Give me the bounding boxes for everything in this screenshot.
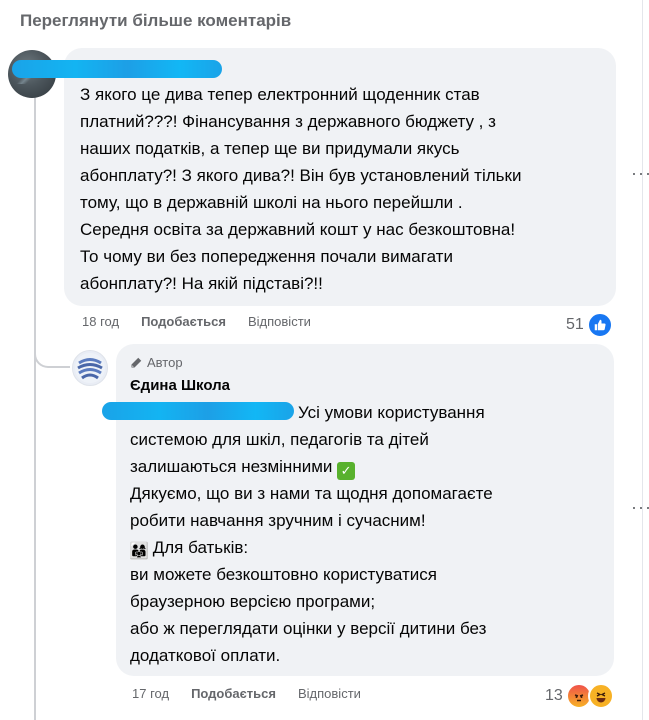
like-button[interactable]: Подобається xyxy=(141,314,226,329)
thread-line xyxy=(34,92,36,720)
reply-line: залишаються незмінними ✓ xyxy=(130,453,600,480)
reply-time[interactable]: 17 год xyxy=(132,686,169,701)
more-options-icon[interactable]: ··· xyxy=(631,497,649,518)
haha-icon xyxy=(587,683,614,709)
reply-button[interactable]: Відповісти xyxy=(298,686,361,701)
reply-line: ви можете безкоштовно користуватися xyxy=(130,565,437,584)
comment-actions: 18 год Подобається Відповісти xyxy=(82,314,311,329)
reply-line: робити навчання зручним і сучасним! xyxy=(130,511,426,530)
more-options-icon[interactable]: ··· xyxy=(631,163,649,184)
comment-time[interactable]: 18 год xyxy=(82,314,119,329)
reply-author-name[interactable]: Єдина Школа xyxy=(130,377,230,394)
reply-text: Усі умови користування системою для шкіл,… xyxy=(129,399,600,669)
reply-line: системою для шкіл, педагогів та дітей xyxy=(130,430,429,449)
like-button[interactable]: Подобається xyxy=(191,686,276,701)
reply-line: Усі умови користування xyxy=(298,403,485,422)
reaction-count: 13 xyxy=(545,687,563,704)
redacted-author-name xyxy=(12,60,222,78)
reactions-summary[interactable]: 13 xyxy=(545,683,614,709)
author-badge: Автор xyxy=(130,355,183,370)
reply-line: 👨‍👩‍👧 Для батьків: xyxy=(129,538,249,560)
reaction-count: 51 xyxy=(566,316,584,333)
thread-connector xyxy=(34,330,70,368)
author-badge-label: Автор xyxy=(147,355,183,370)
reply-line: Дякуємо, що ви з нами та щодня допомагає… xyxy=(130,484,493,503)
panel-border xyxy=(642,0,643,720)
avatar[interactable] xyxy=(72,350,108,386)
reply-button[interactable]: Відповісти xyxy=(248,314,311,329)
comment-text: З якого це дива тепер електронний щоденн… xyxy=(80,85,522,293)
reply-line: браузерною версією програми; xyxy=(130,592,376,611)
reply-line: додаткової оплати. xyxy=(130,646,281,665)
view-more-comments-link[interactable]: Переглянути більше коментарів xyxy=(20,11,291,31)
reply-line: або ж переглядати оцінки у версії дитини… xyxy=(130,619,487,638)
check-mark-icon: ✓ xyxy=(337,461,356,480)
reply-actions: 17 год Подобається Відповісти xyxy=(132,686,361,701)
pen-icon xyxy=(131,357,142,367)
reactions-summary[interactable]: 51 xyxy=(566,312,613,338)
family-icon: 👨‍👩‍👧 xyxy=(129,543,149,560)
like-icon xyxy=(586,312,613,338)
